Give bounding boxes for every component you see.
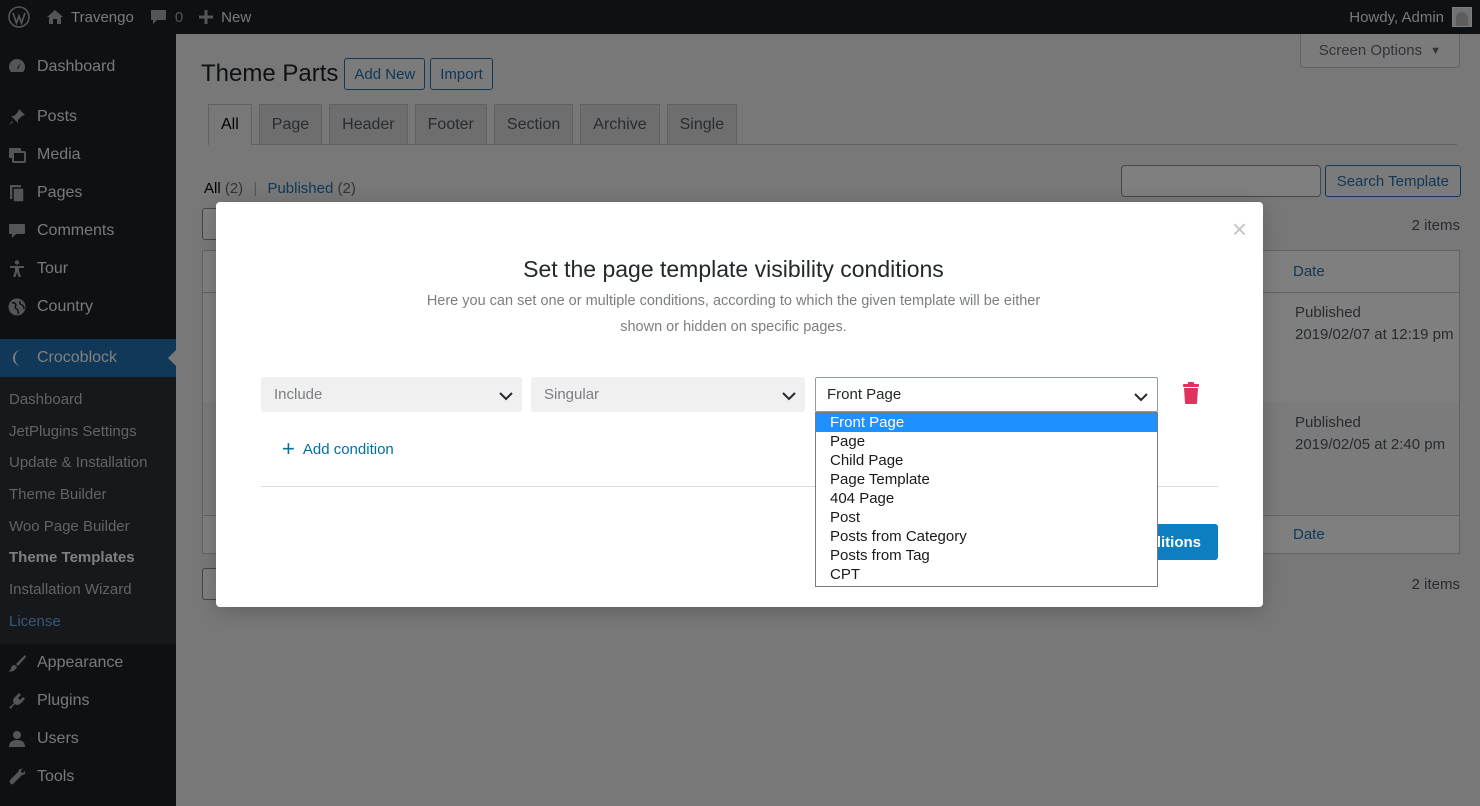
modal-title: Set the page template visibility conditi… (523, 256, 944, 282)
condition-type-select[interactable]: Singular (531, 377, 805, 412)
condition-type-value: Singular (544, 386, 600, 403)
add-condition-button[interactable]: + Add condition (282, 436, 394, 461)
option-page[interactable]: Page (816, 432, 1157, 451)
include-select[interactable]: Include (261, 377, 522, 412)
close-icon[interactable]: × (1232, 216, 1247, 242)
chevron-down-icon (782, 388, 796, 405)
option-cpt[interactable]: CPT (816, 565, 1157, 584)
condition-subtype-value: Front Page (827, 386, 902, 403)
include-select-value: Include (274, 386, 323, 403)
chevron-down-icon (499, 388, 513, 405)
condition-subtype-select[interactable]: Front Page (815, 377, 1158, 412)
option-post[interactable]: Post (816, 508, 1157, 527)
description-line: Here you can set one or multiple conditi… (426, 293, 1041, 309)
chevron-down-icon (1134, 389, 1148, 406)
description-line: shown or hidden on specific pages. (620, 319, 847, 335)
condition-subtype-options: Front Page Page Child Page Page Template… (815, 412, 1158, 587)
modal-description: Here you can set one or multiple conditi… (416, 288, 1051, 340)
trash-icon[interactable] (1182, 382, 1200, 408)
add-condition-label: Add condition (302, 440, 394, 458)
option-404-page[interactable]: 404 Page (816, 489, 1157, 508)
option-posts-from-tag[interactable]: Posts from Tag (816, 546, 1157, 565)
option-posts-from-category[interactable]: Posts from Category (816, 527, 1157, 546)
option-page-template[interactable]: Page Template (816, 470, 1157, 489)
option-child-page[interactable]: Child Page (816, 451, 1157, 470)
plus-icon: + (282, 436, 295, 461)
option-front-page[interactable]: Front Page (816, 413, 1157, 432)
